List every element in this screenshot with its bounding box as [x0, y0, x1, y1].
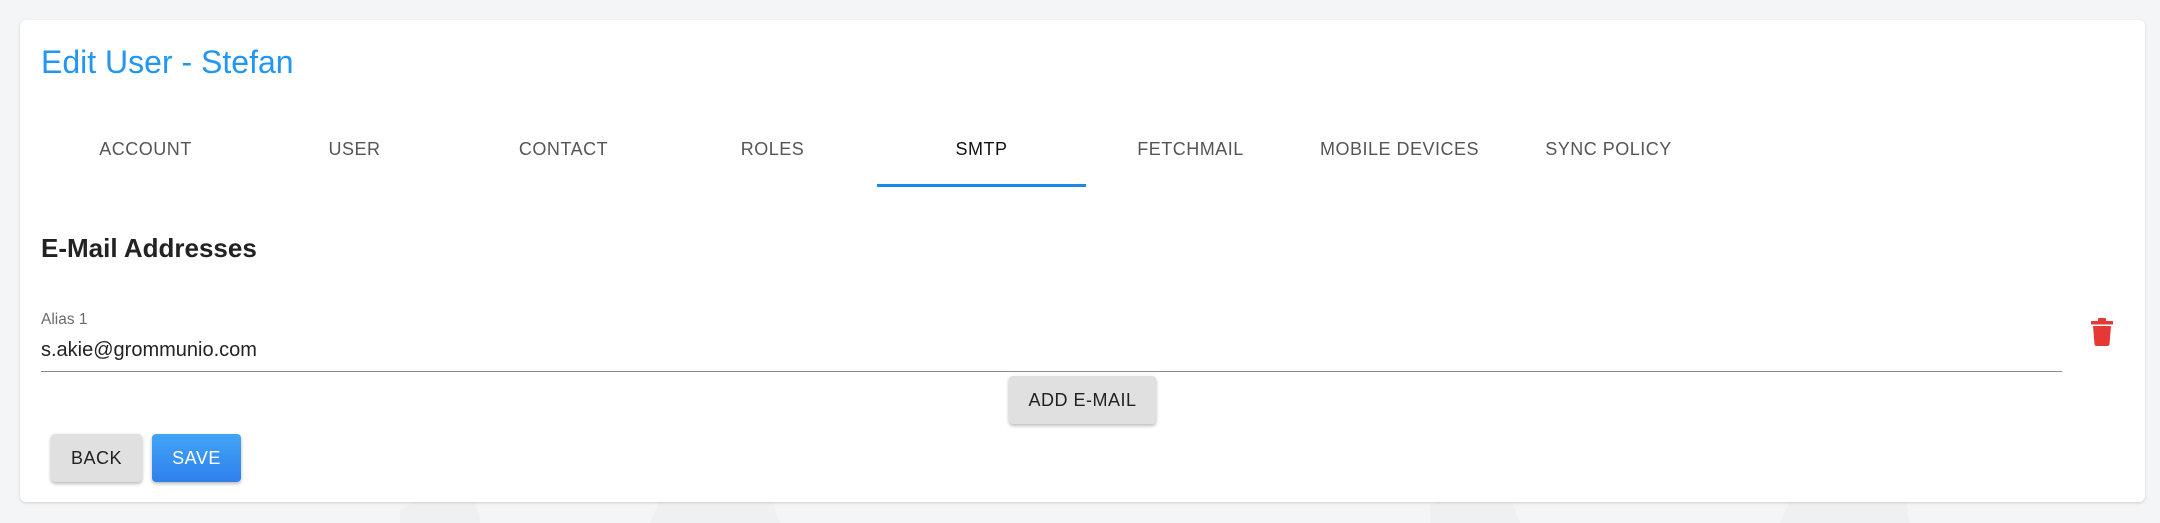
tab-account[interactable]: ACCOUNT — [41, 112, 250, 187]
add-email-button[interactable]: ADD E-MAIL — [1009, 376, 1156, 424]
alias-field: Alias 1 — [41, 310, 2062, 372]
tab-user[interactable]: USER — [250, 112, 459, 187]
alias-input[interactable] — [41, 339, 2062, 372]
alias-label: Alias 1 — [41, 311, 88, 328]
edit-user-card: Edit User - Stefan ACCOUNT USER CONTACT … — [20, 20, 2145, 502]
tab-fetchmail[interactable]: FETCHMAIL — [1086, 112, 1295, 187]
tab-bar: ACCOUNT USER CONTACT ROLES SMTP FETCHMAI… — [41, 112, 1713, 187]
back-button[interactable]: BACK — [51, 434, 142, 482]
tab-sync-policy[interactable]: SYNC POLICY — [1504, 112, 1713, 187]
save-button[interactable]: SAVE — [152, 434, 241, 482]
tab-contact[interactable]: CONTACT — [459, 112, 668, 187]
delete-alias-button[interactable] — [2080, 310, 2124, 354]
email-addresses-heading: E-Mail Addresses — [41, 233, 257, 263]
page-title: Edit User - Stefan — [41, 44, 294, 80]
tab-mobile-devices[interactable]: MOBILE DEVICES — [1295, 112, 1504, 187]
tab-smtp[interactable]: SMTP — [877, 112, 1086, 187]
trash-icon — [2091, 318, 2113, 346]
tab-roles[interactable]: ROLES — [668, 112, 877, 187]
